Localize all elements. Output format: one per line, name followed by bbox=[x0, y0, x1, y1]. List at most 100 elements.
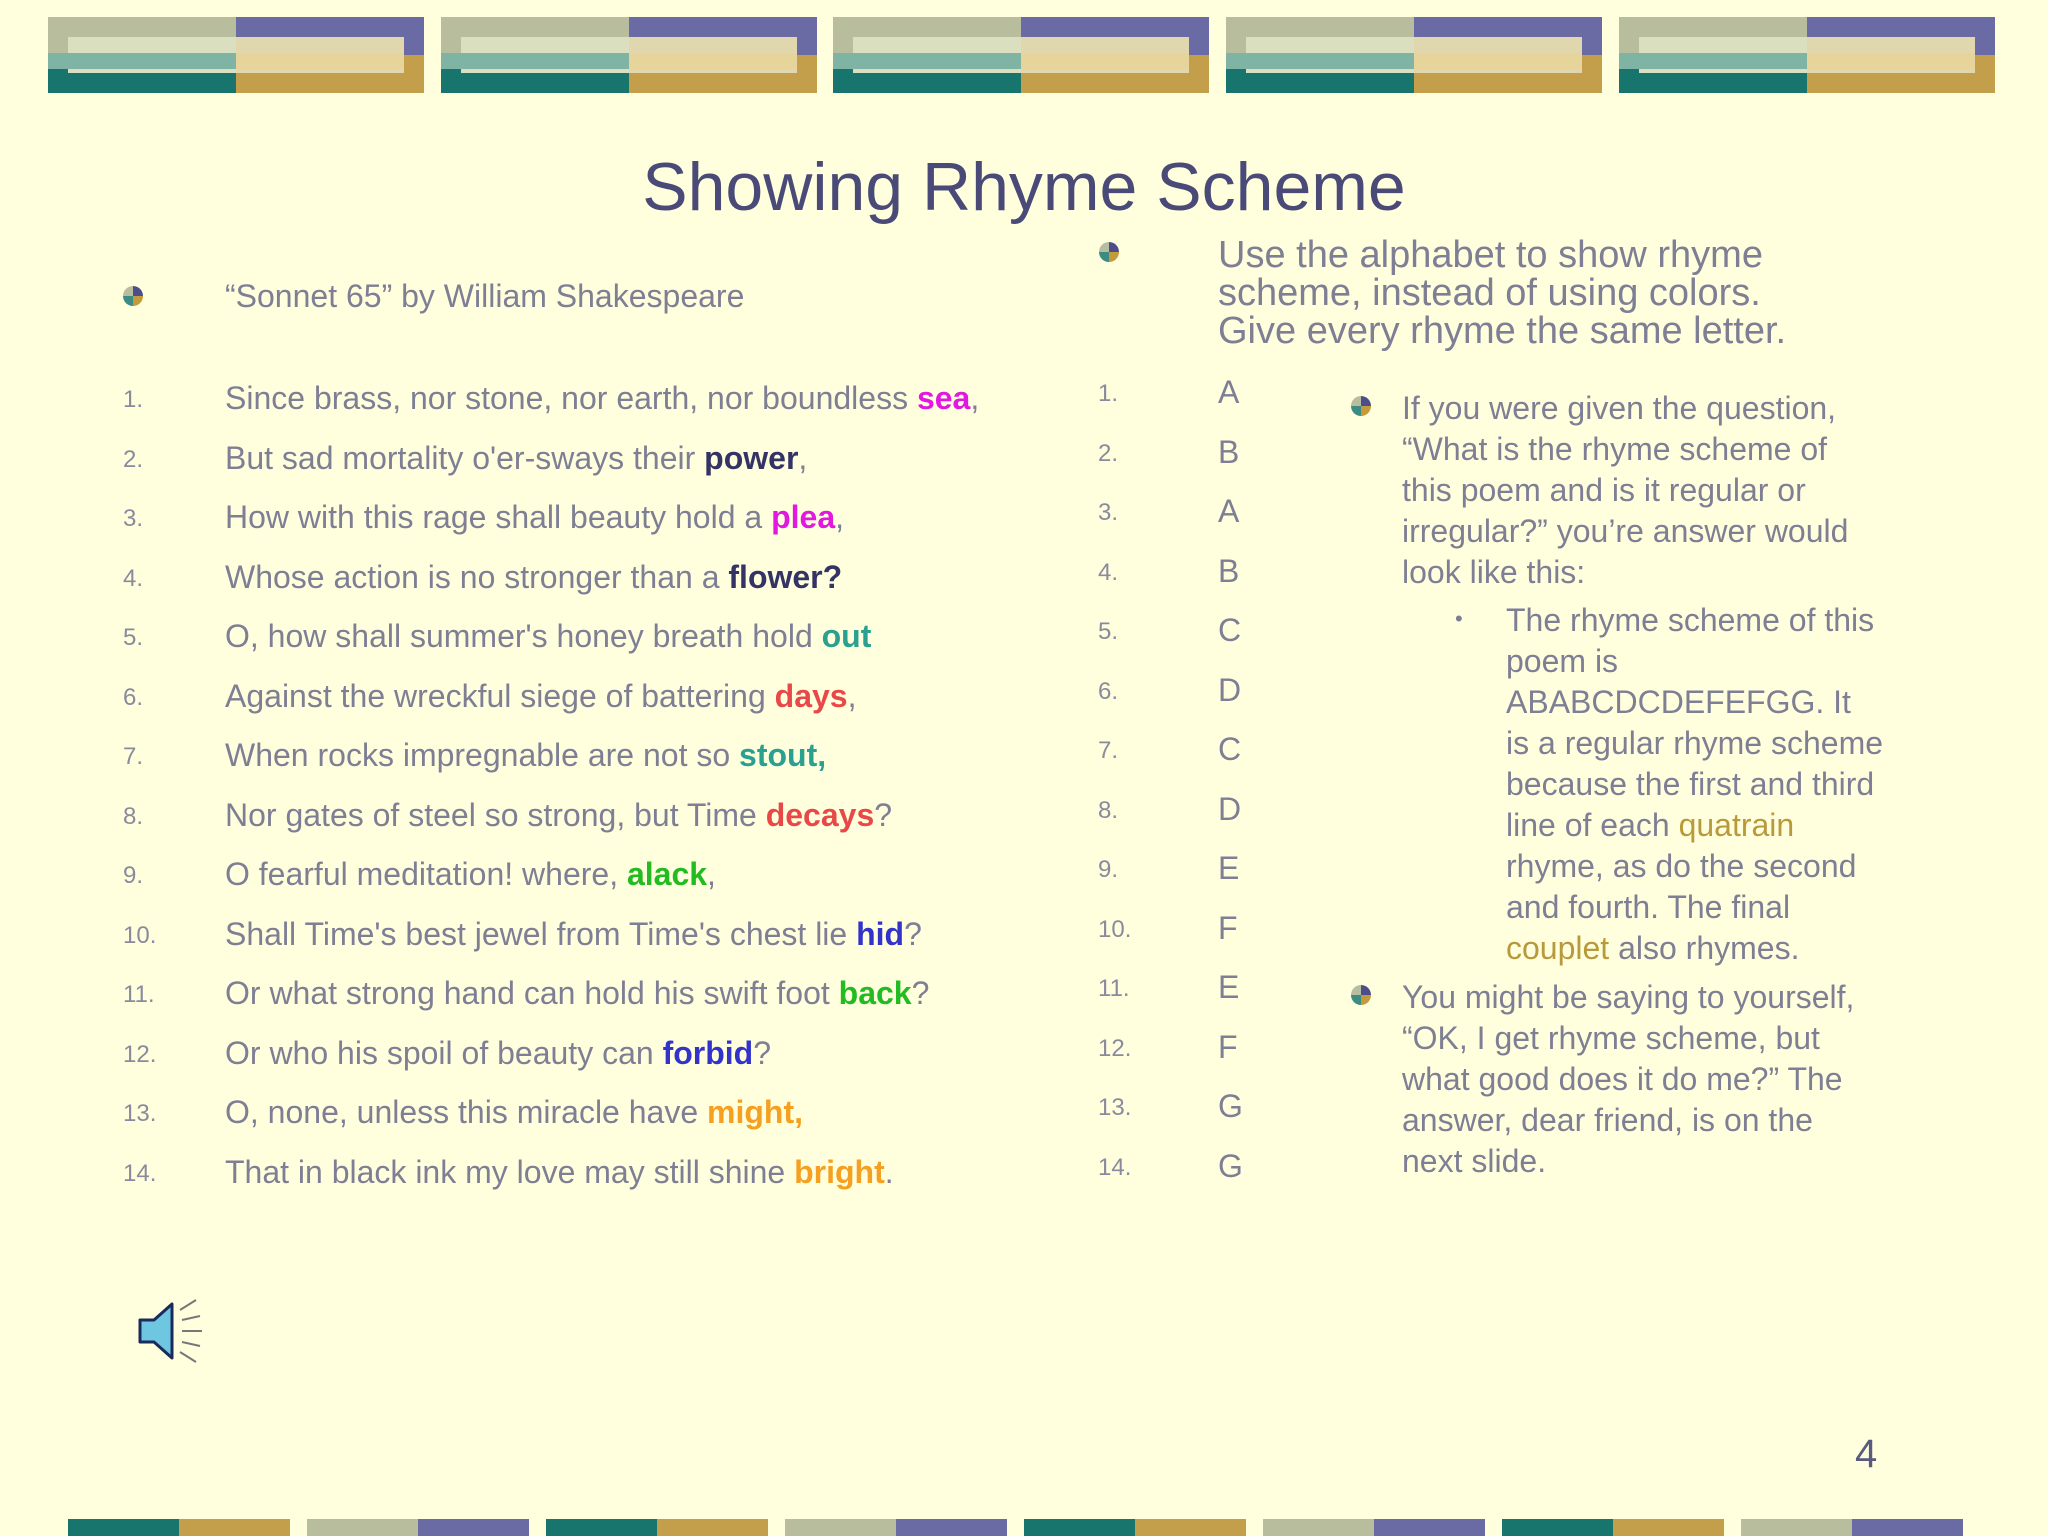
rhyme-word: might, bbox=[707, 1094, 803, 1130]
line-punctuation: , bbox=[835, 499, 844, 535]
line-number: 10. bbox=[123, 921, 157, 949]
line-text: Nor gates of steel so strong, but Time bbox=[225, 796, 766, 833]
text-line: couplet also rhymes. bbox=[1506, 928, 1946, 969]
rhyme-word: plea bbox=[771, 499, 836, 535]
rhyme-letter: A bbox=[1218, 374, 1240, 410]
letter-number: 13. bbox=[1098, 1094, 1132, 1121]
rhyme-word: bright bbox=[794, 1153, 885, 1190]
bullet-icon bbox=[123, 286, 143, 306]
text-line: ABABCDCDEFEFGG. It bbox=[1506, 684, 1851, 720]
question-paragraph: If you were given the question, “What is… bbox=[1402, 388, 1962, 593]
line-punctuation: , bbox=[707, 856, 716, 892]
line-number: 9. bbox=[123, 862, 144, 889]
poem-line: O, none, unless this miracle have might, bbox=[225, 1094, 803, 1131]
rhyme-letter: F bbox=[1218, 909, 1238, 946]
rhyme-letter: E bbox=[1218, 850, 1240, 886]
rhyme-letter: A bbox=[1218, 493, 1240, 529]
letter-number: 5. bbox=[1098, 618, 1119, 645]
sub-bullet-icon: • bbox=[1455, 606, 1463, 631]
deco-block bbox=[1263, 1519, 1485, 1536]
line-number: 7. bbox=[123, 743, 144, 770]
poem-source: “Sonnet 65” by William Shakespeare bbox=[225, 278, 745, 314]
deco-block bbox=[546, 1519, 768, 1536]
deco-block bbox=[833, 17, 1209, 93]
poem-line: Or what strong hand can hold his swift f… bbox=[225, 975, 929, 1012]
line-number: 6. bbox=[123, 683, 144, 711]
rhyme-word: out bbox=[821, 618, 872, 654]
text-line: If you were given the question, bbox=[1402, 390, 1837, 426]
line-text: Whose action is no stronger than a bbox=[225, 558, 729, 595]
line-punctuation: ? bbox=[874, 796, 893, 833]
rhyme-letter: C bbox=[1218, 731, 1242, 767]
poem-line: How with this rage shall beauty hold a p… bbox=[225, 499, 844, 536]
text-line: look like this: bbox=[1402, 554, 1586, 590]
line-number: 2. bbox=[123, 445, 144, 473]
bullet-icon bbox=[1351, 985, 1371, 1005]
bullet-icon bbox=[1099, 242, 1119, 262]
rhyme-word: back bbox=[838, 975, 912, 1011]
rhyme-letter: G bbox=[1218, 1088, 1243, 1124]
rhyme-word: power bbox=[704, 439, 799, 476]
rhyme-letter: F bbox=[1218, 1028, 1238, 1065]
text-line: line of each quatrain bbox=[1506, 805, 1946, 846]
slide-title: Showing Rhyme Scheme bbox=[642, 149, 1406, 225]
line-number: 3. bbox=[123, 505, 144, 532]
line-punctuation: ? bbox=[904, 915, 922, 952]
deco-block bbox=[1502, 1519, 1724, 1536]
line-text: O, none, unless this miracle have bbox=[225, 1094, 708, 1130]
next-slide-paragraph: You might be saying to yourself, “OK, I … bbox=[1402, 977, 1962, 1182]
deco-block bbox=[785, 1519, 1007, 1536]
deco-block bbox=[307, 1519, 529, 1536]
instruction-line: Use the alphabet to show rhyme bbox=[1218, 234, 1763, 276]
text-line: because the first and third bbox=[1506, 766, 1875, 802]
instruction-line: Give every rhyme the same letter. bbox=[1218, 310, 1787, 352]
text-line: irregular?” you’re answer would bbox=[1402, 513, 1849, 549]
poem-line: O fearful meditation! where, alack, bbox=[225, 856, 716, 893]
line-punctuation: ? bbox=[911, 975, 930, 1011]
text-line: poem is bbox=[1506, 643, 1619, 679]
text-line: “OK, I get rhyme scheme, but bbox=[1402, 1020, 1820, 1056]
text-line: answer, dear friend, is on the bbox=[1402, 1102, 1813, 1138]
deco-block bbox=[48, 17, 424, 93]
keyword-couplet: couplet bbox=[1506, 930, 1610, 966]
poem-line: Against the wreckful siege of battering … bbox=[225, 678, 856, 715]
rhyme-word: decays bbox=[765, 796, 875, 833]
letter-number: 7. bbox=[1098, 737, 1119, 764]
line-punctuation: , bbox=[847, 677, 857, 714]
line-number: 11. bbox=[123, 981, 155, 1008]
speaker-icon[interactable] bbox=[134, 1296, 204, 1366]
line-number: 1. bbox=[123, 386, 144, 413]
line-number: 13. bbox=[123, 1100, 157, 1127]
line-punctuation: , bbox=[970, 380, 980, 416]
text-line: “What is the rhyme scheme of bbox=[1402, 431, 1828, 467]
deco-block bbox=[1226, 17, 1602, 93]
rhyme-letter: B bbox=[1218, 433, 1240, 470]
letter-number: 12. bbox=[1098, 1034, 1132, 1062]
rhyme-letter: C bbox=[1218, 612, 1242, 648]
rhyme-letter: B bbox=[1218, 552, 1240, 589]
poem-line: But sad mortality o'er-sways their power… bbox=[225, 440, 807, 477]
instruction-line: scheme, instead of using colors. bbox=[1218, 272, 1761, 314]
letter-number: 4. bbox=[1098, 558, 1119, 586]
line-text: Against the wreckful siege of battering bbox=[225, 677, 775, 714]
poem-line: Nor gates of steel so strong, but Time d… bbox=[225, 797, 892, 834]
line-number: 5. bbox=[123, 624, 144, 651]
answer-paragraph: The rhyme scheme of this poem is ABABCDC… bbox=[1506, 600, 1946, 969]
poem-line: That in black ink my love may still shin… bbox=[225, 1154, 894, 1191]
keyword-quatrain: quatrain bbox=[1678, 807, 1795, 843]
bullet-icon bbox=[1351, 396, 1371, 416]
letter-number: 2. bbox=[1098, 439, 1119, 467]
letter-number: 6. bbox=[1098, 677, 1119, 705]
letter-number: 3. bbox=[1098, 499, 1119, 526]
page-number: 4 bbox=[1855, 1432, 1878, 1476]
poem-line: Since brass, nor stone, nor earth, nor b… bbox=[225, 380, 979, 417]
letter-number: 1. bbox=[1098, 380, 1119, 407]
rhyme-word: days bbox=[774, 677, 848, 714]
rhyme-letter: D bbox=[1218, 790, 1242, 827]
line-punctuation: . bbox=[884, 1153, 894, 1190]
line-punctuation: , bbox=[798, 439, 808, 476]
letter-number: 9. bbox=[1098, 856, 1119, 883]
text-line: rhyme, as do the second bbox=[1506, 848, 1857, 884]
line-number: 4. bbox=[123, 564, 144, 592]
rhyme-word: flower? bbox=[728, 558, 843, 595]
